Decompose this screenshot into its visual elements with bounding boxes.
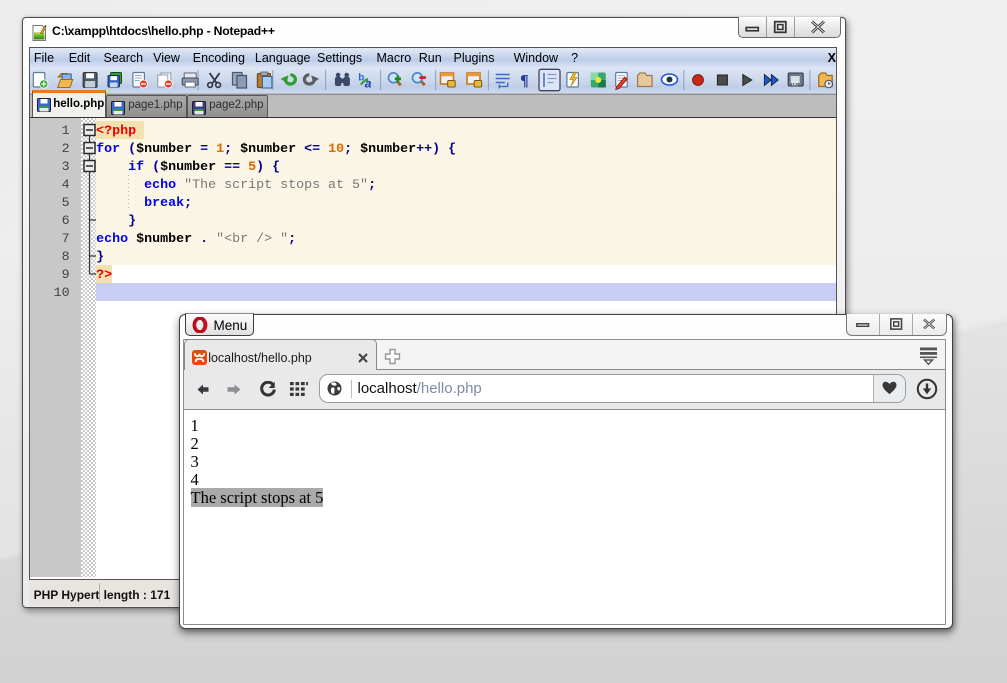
svg-text:uc: uc bbox=[791, 81, 797, 87]
svg-text:¶: ¶ bbox=[520, 72, 529, 89]
